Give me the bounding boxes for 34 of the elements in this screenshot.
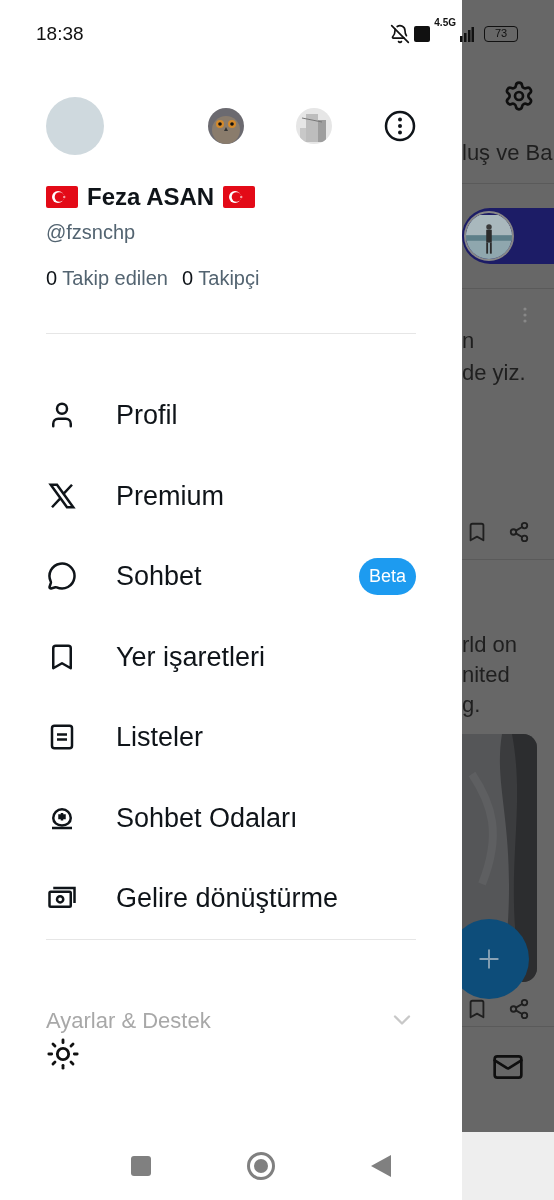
silent-icon: [390, 24, 411, 44]
signal-icon: [460, 26, 474, 42]
menu-item[interactable]: Premium: [0, 455, 462, 536]
flag-icon: [46, 186, 78, 208]
display-name: Feza ASAN: [87, 182, 215, 212]
menu-item[interactable]: Sohbet Beta: [0, 536, 462, 617]
recents-button[interactable]: [131, 1156, 151, 1176]
menu-item[interactable]: Gelire dönüştürme: [0, 858, 462, 939]
share-icon[interactable]: [508, 521, 530, 543]
share-icon[interactable]: [508, 998, 530, 1020]
following-link[interactable]: 0 Takip edilen: [46, 263, 168, 293]
post-text: rld on: [462, 631, 519, 659]
menu-item[interactable]: Listeler: [0, 697, 462, 778]
network-type: 4.5G: [434, 18, 456, 28]
flag-icon: [223, 186, 256, 208]
status-time: 18:38: [36, 21, 84, 46]
home-button[interactable]: [247, 1152, 275, 1180]
menu-item[interactable]: Yer işaretleri: [0, 616, 462, 697]
back-button[interactable]: [371, 1155, 391, 1177]
menu-item[interactable]: Sohbet Odaları: [0, 777, 462, 858]
user-handle: @fzsnchp: [45, 220, 137, 245]
post-text: n: [462, 327, 476, 355]
more-options-icon[interactable]: [384, 110, 416, 142]
post-text: nited: [462, 661, 511, 689]
post-text: g.: [462, 691, 482, 719]
chat-bubble-icon: [47, 561, 77, 592]
settings-icon[interactable]: [503, 80, 535, 112]
menu-item[interactable]: Profil: [0, 375, 462, 456]
theme-toggle-icon[interactable]: [46, 1036, 80, 1071]
compose-button[interactable]: [462, 919, 529, 999]
post-text: de yiz.: [462, 359, 527, 387]
more-icon[interactable]: [523, 307, 527, 323]
followers-link[interactable]: 0 Takipçi: [181, 263, 260, 293]
beta-badge: Beta: [358, 557, 416, 595]
